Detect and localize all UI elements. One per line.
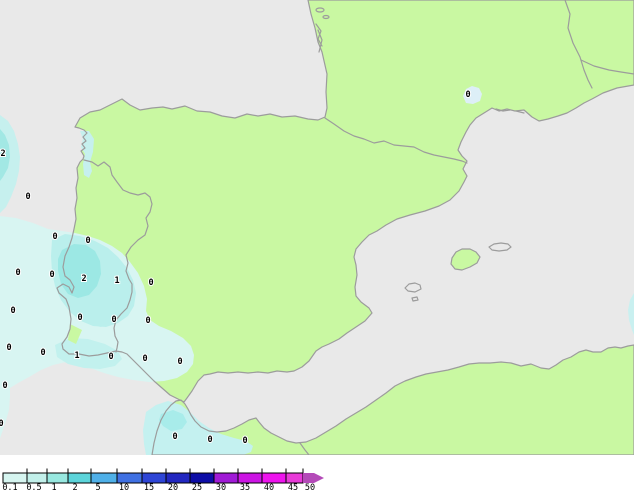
scale-tick-label: 5 [95,483,100,490]
scale-segment [141,472,167,484]
color-scale: 0.1 0.5 1 2 5 10 15 20 25 30 35 40 45 50 [2,468,324,490]
svg-text:0: 0 [85,236,90,246]
map-canvas: 2 0 0 0 0 0 2 1 0 0 0 0 0 0 0 1 0 0 0 0 0 0 0 0 0 [0,0,634,455]
svg-text:0: 0 [108,352,113,362]
scale-segment [189,472,215,484]
svg-text:0: 0 [0,419,4,429]
scale-segment [285,472,304,484]
scale-segment [90,472,118,484]
svg-text:0: 0 [25,192,30,202]
svg-text:1: 1 [114,276,119,286]
svg-text:0: 0 [465,90,470,100]
svg-text:2: 2 [81,274,86,284]
svg-text:0: 0 [145,316,150,326]
svg-text:1: 1 [74,351,79,361]
scale-tick-label: 15 [144,483,154,490]
svg-text:0: 0 [15,268,20,278]
scale-tick-label: 0.1 [2,483,17,490]
scale-tick-label: 45 [288,483,298,490]
svg-text:0: 0 [6,343,11,353]
svg-text:0: 0 [148,278,153,288]
scale-tick-label: 1 [51,483,56,490]
scale-segment [67,472,92,484]
scale-segment [2,472,28,484]
scale-tick-label: 0.5 [26,483,41,490]
scale-tick-label: 20 [168,483,178,490]
svg-text:0: 0 [52,232,57,242]
scale-tick-label: 2 [72,483,77,490]
scale-segment [213,472,239,484]
svg-text:0: 0 [242,436,247,446]
scale-segment [165,472,191,484]
svg-text:0: 0 [77,313,82,323]
scale-segment [46,472,69,484]
svg-text:0: 0 [177,357,182,367]
svg-text:0: 0 [172,432,177,442]
svg-text:0: 0 [40,348,45,358]
svg-text:0: 0 [49,270,54,280]
svg-text:0: 0 [111,315,116,325]
scale-segment [116,472,143,484]
scale-tick-label: 10 [119,483,129,490]
scale-segment [237,472,263,484]
scale-arrow [303,473,324,483]
scale-tick-label: 25 [192,483,202,490]
scale-tick-label: 35 [240,483,250,490]
svg-text:0: 0 [2,381,7,391]
svg-text:0: 0 [10,306,15,316]
svg-text:0: 0 [207,435,212,445]
svg-text:2: 2 [0,149,5,159]
weather-map-screenshot: 2000002100000001000000000 Precipitation … [0,0,634,490]
scale-segment [261,472,287,484]
scale-tick-label: 30 [216,483,226,490]
scale-segment [26,472,48,484]
scale-tick-label: 40 [264,483,274,490]
svg-text:0: 0 [142,354,147,364]
scale-tick-label: 50 [305,483,315,490]
